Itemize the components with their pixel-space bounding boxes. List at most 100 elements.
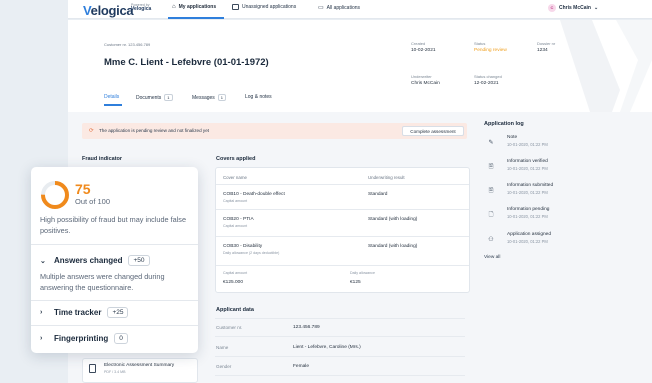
- divider: [216, 265, 469, 266]
- divider: [215, 336, 465, 337]
- created-value: 10-02-2021: [411, 48, 436, 53]
- capital-amount-value: €125.000: [223, 280, 244, 285]
- status-label: Status: [474, 41, 486, 46]
- dossier-label: Dossier nr: [537, 41, 556, 46]
- nav-tab-my-applications[interactable]: ⌂ My applications: [172, 4, 216, 10]
- applicant-gender-value: Female: [293, 364, 309, 369]
- cover-row-1-sub: Capital amount: [223, 199, 248, 203]
- messages-count: 1: [217, 94, 227, 101]
- divider: [31, 244, 198, 245]
- chevron-right-icon: ›: [40, 309, 43, 316]
- user-menu[interactable]: C Chris McCain ⌄: [548, 4, 598, 12]
- cover-row-1-result: Standard: [368, 192, 388, 197]
- underwriting-result-header: Underwriting result: [368, 175, 405, 180]
- watermark-v-shape: [560, 20, 652, 112]
- log-item-4-title: Information pending: [507, 207, 550, 212]
- view-all-link[interactable]: View all: [484, 255, 500, 260]
- log-item-3-title: Information submitted: [507, 183, 554, 188]
- application-log-heading: Application log: [484, 121, 524, 127]
- chevron-down-icon: ⌄: [40, 257, 46, 265]
- cover-row-2-name: COB20 - PTIA: [223, 217, 254, 222]
- cover-row-3-sub: Daily allowance (2 days deductible): [223, 251, 280, 255]
- document-send-icon: 🗎: [488, 188, 494, 194]
- nav-tab-all-applications[interactable]: ▭ All applications: [318, 4, 360, 12]
- divider: [215, 318, 465, 319]
- fraud-score-gauge: [41, 181, 69, 209]
- alert-text: The application is pending review and no…: [99, 128, 210, 133]
- applicant-customer-nr-label: Customer nr.: [216, 325, 243, 330]
- document-card[interactable]: [82, 358, 198, 383]
- inbox-icon: ⌂: [172, 4, 176, 10]
- cover-row-3-name: COB30 - Disability: [223, 244, 263, 249]
- underwriter-value: Chris McCain: [411, 81, 440, 86]
- applicant-customer-nr-value: 123.456.789: [293, 325, 320, 330]
- daily-allowance-value: €125: [350, 280, 361, 285]
- cover-row-3-result: Standard (with loading): [368, 244, 418, 249]
- fraud-score: 75: [75, 181, 91, 197]
- fingerprinting-toggle[interactable]: › Fingerprinting 0: [40, 333, 128, 344]
- page-title: Mme C. Lient - Lefebvre (01-01-1972): [104, 57, 269, 68]
- fingerprinting-score: 0: [114, 333, 128, 344]
- created-label: Created: [411, 41, 426, 46]
- daily-allowance-label: Daily allowance: [350, 271, 375, 275]
- divider: [216, 236, 469, 237]
- divider: [216, 184, 469, 185]
- answers-changed-detail: Multiple answers were changed during ans…: [40, 272, 165, 292]
- answers-changed-toggle[interactable]: ⌄ Answers changed +50: [40, 255, 150, 266]
- log-item-5-date: 10-01-2020, 01:22 PM: [507, 239, 548, 244]
- user-assign-icon: ⚇: [488, 237, 494, 243]
- applicant-name-value: Lient - Lefebvre, Caroline (Mrs.): [293, 345, 361, 350]
- nav-active-indicator: [168, 17, 224, 19]
- underwriter-label: Underwriter: [411, 74, 432, 79]
- complete-assessment-button[interactable]: Complete assessment: [402, 126, 464, 136]
- document-icon: 🗋: [488, 212, 494, 218]
- status-changed-value: 12-02-2021: [474, 81, 499, 86]
- tab-active-indicator: [104, 104, 122, 106]
- documents-count: 1: [164, 94, 173, 101]
- document-title: Electronic Assessment Summary: [104, 363, 175, 368]
- customer-number: Customer nr. 123.456.789: [104, 42, 151, 47]
- fraud-score-max: Out of 100: [75, 197, 111, 206]
- tab-documents[interactable]: Documents 1: [136, 94, 173, 101]
- log-item-5-title: Application assigned: [507, 232, 552, 237]
- nav-tab-unassigned[interactable]: Unassigned applications: [232, 4, 296, 10]
- time-tracker-toggle[interactable]: › Time tracker +25: [40, 307, 129, 318]
- powered-by: Powered by Velogica: [131, 3, 152, 12]
- velogica-logo[interactable]: Velogica: [83, 3, 134, 18]
- pdf-document-icon: [89, 364, 96, 373]
- applicant-data-heading: Applicant data: [216, 307, 254, 313]
- divider: [215, 356, 465, 357]
- refresh-icon: ⟳: [89, 128, 94, 134]
- tab-messages[interactable]: Messages 1: [192, 94, 227, 101]
- divider: [31, 325, 198, 326]
- chevron-right-icon: ›: [40, 335, 43, 342]
- square-icon: [232, 4, 239, 10]
- avatar: C: [548, 4, 556, 12]
- cover-row-1-name: COB10 - Death-double effect: [223, 192, 285, 197]
- status-changed-label: Status changed: [474, 74, 502, 79]
- chevron-down-icon: ⌄: [593, 5, 599, 11]
- log-item-2-title: Information verified: [507, 159, 548, 164]
- fraud-indicator-heading: Fraud indicator: [82, 156, 123, 162]
- status-value: Pending review: [474, 48, 507, 53]
- answers-changed-score: +50: [128, 255, 150, 266]
- log-item-3-date: 10-01-2020, 01:22 PM: [507, 190, 548, 195]
- log-item-1-title: Note: [507, 135, 518, 140]
- tab-details[interactable]: Details: [104, 94, 119, 100]
- log-item-2-date: 10-01-2020, 01:22 PM: [507, 166, 548, 171]
- pencil-icon: ✎: [488, 140, 494, 146]
- covers-card: [215, 167, 470, 293]
- time-tracker-score: +25: [107, 307, 129, 318]
- log-item-1-date: 10-01-2020, 01:22 PM: [507, 142, 548, 147]
- cover-row-2-sub: Capital amount: [223, 224, 248, 228]
- cover-row-2-result: Standard (with loading): [368, 217, 418, 222]
- fraud-description: High possibility of fraud but may includ…: [40, 215, 187, 235]
- divider: [216, 209, 469, 210]
- applicant-gender-label: Gender: [216, 364, 232, 369]
- divider: [31, 300, 198, 301]
- document-check-icon: 🗎: [488, 164, 494, 170]
- divider: [215, 375, 465, 376]
- tab-log-notes[interactable]: Log & notes: [245, 94, 272, 100]
- folder-icon: ▭: [318, 5, 324, 11]
- document-meta: PDF / 3.4 MB: [104, 370, 126, 374]
